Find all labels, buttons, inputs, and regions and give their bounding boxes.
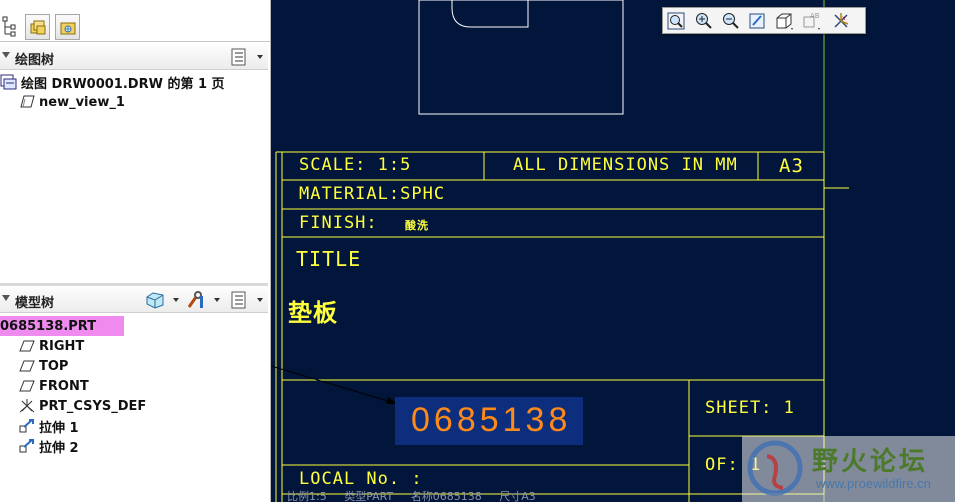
finish-value: 酸洗 bbox=[405, 219, 429, 232]
tree-item-label: TOP bbox=[39, 358, 69, 374]
part-number-text[interactable]: 0685138 bbox=[411, 401, 571, 440]
tree-item-label: new_view_1 bbox=[39, 94, 125, 110]
chevron-down-icon[interactable] bbox=[214, 298, 220, 302]
folder-browser-tab[interactable] bbox=[25, 14, 50, 40]
csys-icon bbox=[18, 398, 36, 414]
tree-item-label: 拉伸 1 bbox=[39, 420, 79, 436]
tree-item-right[interactable]: RIGHT bbox=[18, 336, 84, 356]
zoom-in-icon[interactable] bbox=[693, 11, 714, 31]
tree-item-label: FRONT bbox=[39, 378, 89, 394]
chevron-down-icon[interactable] bbox=[173, 298, 179, 302]
tree-toggle-icon[interactable] bbox=[2, 16, 16, 38]
repaint-icon[interactable] bbox=[747, 11, 768, 31]
view-outline[interactable] bbox=[418, 0, 624, 115]
drawing-canvas[interactable]: SCALE: 1:5 ALL DIMENSIONS IN MM A3 MATER… bbox=[271, 0, 955, 502]
tree-item-csys[interactable]: PRT_CSYS_DEF bbox=[18, 396, 146, 416]
datum-plane-icon bbox=[18, 378, 36, 394]
navigator-tabs bbox=[0, 0, 270, 42]
view-icon bbox=[18, 94, 36, 110]
tree-item-label: 0685138.PRT bbox=[0, 318, 97, 334]
tree-item-label: RIGHT bbox=[39, 338, 85, 354]
model-tree-title: 模型树 bbox=[15, 296, 55, 311]
title-label: TITLE bbox=[296, 247, 362, 271]
watermark-url: www.proewildfire.cn bbox=[816, 476, 931, 491]
drawing-tree-title: 绘图树 bbox=[15, 53, 55, 68]
navigator-panel: 绘图树 绘图 DRW0001.DRW 的第 1 页 new_view_1 模型树 bbox=[0, 0, 271, 502]
view-toolbar: AB x bbox=[662, 7, 866, 34]
watermark-title: 野火论坛 bbox=[812, 447, 929, 477]
tree-item-front[interactable]: FRONT bbox=[18, 376, 89, 396]
list-settings-icon[interactable] bbox=[230, 291, 248, 309]
drawing-info-line: 比例1:5 类型PART 名称0685138 尺寸A3 bbox=[287, 490, 536, 502]
tree-item-extrude-2[interactable]: 拉伸 2 bbox=[18, 436, 79, 456]
local-no-text: LOCAL No. : bbox=[299, 469, 423, 489]
tree-item-extrude-1[interactable]: 拉伸 1 bbox=[18, 416, 79, 436]
zoom-fit-icon[interactable] bbox=[666, 11, 687, 31]
svg-text:AB: AB bbox=[810, 12, 820, 20]
settings-tools-icon[interactable] bbox=[186, 291, 204, 309]
list-settings-icon[interactable] bbox=[230, 48, 248, 66]
finish-label: FINISH: bbox=[299, 213, 378, 233]
favorites-tab[interactable] bbox=[55, 14, 80, 40]
drawing-lines bbox=[271, 0, 849, 502]
panel-divider[interactable] bbox=[0, 283, 268, 286]
extrude-icon bbox=[18, 418, 36, 434]
sheet-text: SHEET: 1 bbox=[705, 398, 795, 418]
material-text: MATERIAL:SPHC bbox=[299, 184, 446, 204]
tree-item-label: 拉伸 2 bbox=[39, 440, 79, 456]
dimensions-text: ALL DIMENSIONS IN MM bbox=[513, 155, 738, 175]
sheet-size-text: A3 bbox=[779, 155, 804, 177]
annotation-display-icon[interactable]: AB bbox=[801, 11, 822, 31]
drawing-tree-header[interactable]: 绘图树 bbox=[0, 44, 268, 70]
zoom-out-icon[interactable] bbox=[720, 11, 741, 31]
chevron-down-icon[interactable] bbox=[257, 298, 263, 302]
view-cutout bbox=[451, 0, 529, 28]
watermark-logo bbox=[747, 440, 803, 496]
display-style-icon[interactable] bbox=[774, 11, 795, 31]
chevron-down-icon[interactable] bbox=[257, 55, 263, 59]
scale-text: SCALE: 1:5 bbox=[299, 155, 412, 175]
display-icon[interactable] bbox=[145, 291, 164, 309]
datum-plane-icon bbox=[18, 338, 36, 354]
datum-plane-icon bbox=[18, 358, 36, 374]
leader-line bbox=[271, 365, 399, 405]
datum-display-icon[interactable]: x bbox=[831, 11, 852, 31]
tree-item-drawing-sheet[interactable]: 绘图 DRW0001.DRW 的第 1 页 bbox=[0, 72, 225, 92]
collapse-arrow-icon[interactable] bbox=[2, 295, 10, 301]
tree-item-label: PRT_CSYS_DEF bbox=[39, 398, 147, 414]
tree-item-part-root[interactable]: 0685138.PRT bbox=[0, 316, 96, 336]
extrude-icon bbox=[18, 438, 36, 454]
tree-item-top[interactable]: TOP bbox=[18, 356, 68, 376]
tree-item-view[interactable]: new_view_1 bbox=[18, 92, 125, 112]
tree-item-label: 绘图 DRW0001.DRW 的第 1 页 bbox=[21, 76, 225, 92]
part-title[interactable]: 垫板 bbox=[288, 293, 338, 328]
svg-text:x: x bbox=[842, 15, 846, 22]
drawing-sheet-icon bbox=[0, 74, 18, 90]
model-tree-header[interactable]: 模型树 bbox=[0, 287, 268, 313]
collapse-arrow-icon[interactable] bbox=[2, 52, 10, 58]
